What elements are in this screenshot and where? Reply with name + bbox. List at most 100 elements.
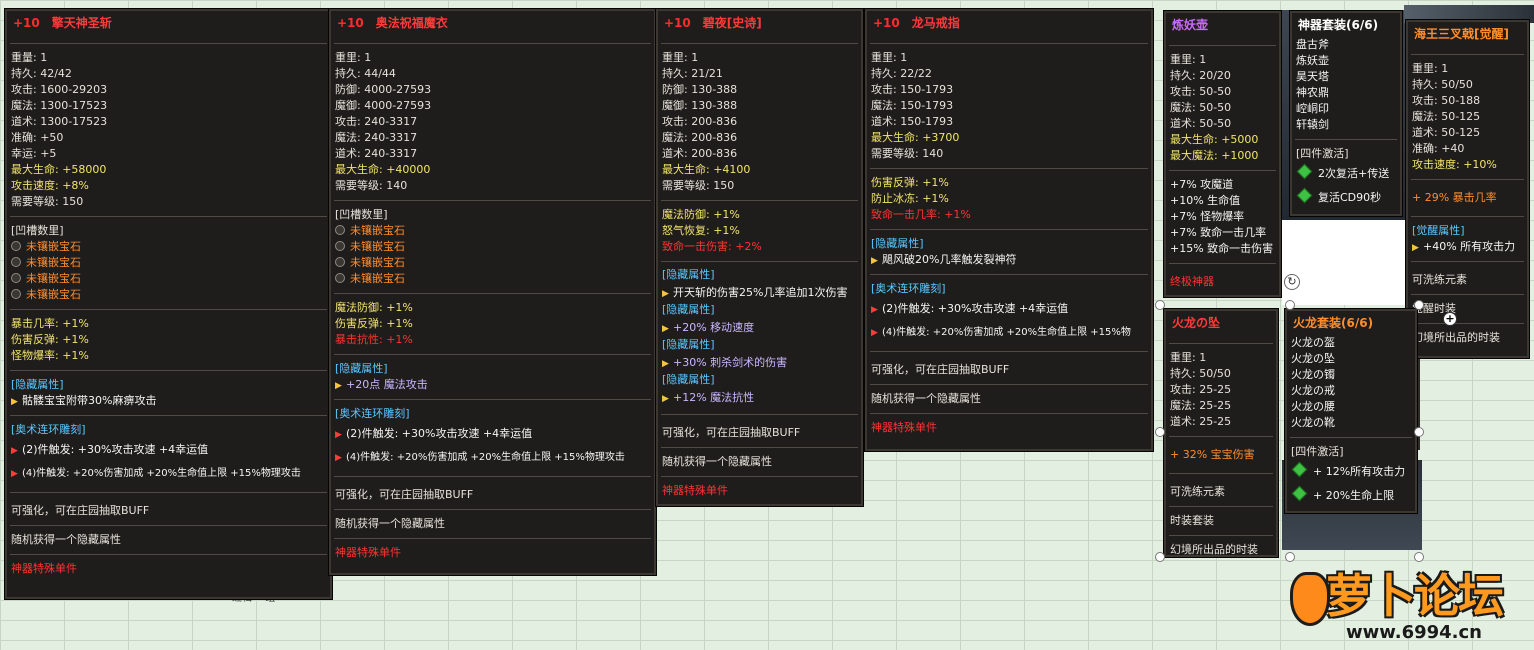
set-section: [奥术连环雕刻] ▶ (2)件触发: +30%攻击攻速 +4幸运值 ▶ (4)件触发…	[5, 420, 332, 488]
socket-slot: 未镶嵌宝石	[11, 239, 326, 255]
bonus-line-red: 暴击抗性: +1%	[335, 333, 413, 346]
footer-line: 随机获得一个隐藏属性	[11, 533, 121, 546]
rotate-handle-icon[interactable]: ↻	[1284, 274, 1300, 290]
set-item-line: 火龙の镯	[1291, 368, 1335, 381]
resize-handle[interactable]	[1155, 300, 1165, 310]
arrow-icon: ▶	[662, 289, 669, 299]
stat-line: 道术: 1300-17523	[11, 115, 108, 128]
bonus-line: 魔法防御: +1%	[335, 301, 413, 314]
resize-handle[interactable]	[1155, 427, 1165, 437]
set-line: ▶ (4)件触发: +20%伤害加成 +20%生命值上限 +15%物理攻击	[11, 462, 326, 486]
stat-line: 重里: 1	[1412, 62, 1449, 75]
divider	[661, 414, 858, 415]
bonus-line: 怪物爆率: +1%	[11, 349, 89, 362]
item-title: +10 擎天神圣斩	[5, 9, 332, 39]
socket-icon	[335, 225, 345, 235]
arrow-icon: ▶	[335, 430, 342, 440]
footer-line: 神器特殊单件	[662, 484, 728, 497]
stat-line: 重里: 1	[335, 51, 372, 64]
required-level: 需要等级: 140	[335, 179, 408, 192]
footer-line: 神器特殊单件	[871, 421, 937, 434]
hidden-attr-header: [隐藏属性]	[11, 378, 64, 391]
footer-line: 神器特殊单件	[335, 546, 401, 559]
item-name: 炼妖壶	[1172, 18, 1209, 32]
stat-line: 攻击: 50-188	[1412, 94, 1481, 107]
stat-line-bonus: 最大生命: +4100	[662, 163, 751, 176]
stat-line-bonus: 最大生命: +5000	[1170, 133, 1259, 146]
divider	[1169, 45, 1276, 46]
base-stats: 重里: 1 持久: 20/20 攻击: 50-50 魔法: 50-50 道术: …	[1164, 50, 1281, 166]
hidden-attr-header: [隐藏属性]	[335, 362, 388, 375]
stat-line: 道术: 150-1793	[871, 115, 954, 128]
resize-handle[interactable]	[1155, 552, 1165, 562]
footer-section: 可强化，可在庄园抽取BUFF 随机获得一个隐藏属性 神器特殊单件	[656, 419, 863, 505]
stat-line: 持久: 22/22	[871, 67, 932, 80]
stat-line-bonus: 攻击速度: +8%	[11, 179, 89, 192]
item-tooltip-aofa: +10 奥法祝福魔衣 重里: 1 持久: 44/44 防御: 4000-27593…	[328, 8, 657, 576]
stat-line: 道术: 25-25	[1170, 415, 1232, 428]
socket-section: [凹槽数里] 未镶嵌宝石 未镶嵌宝石 未镶嵌宝石 未镶嵌宝石	[329, 205, 656, 289]
watermark-url: www.6994.cn	[1346, 622, 1482, 643]
divider	[10, 492, 327, 493]
divider	[1169, 343, 1273, 344]
green-gem-icon	[1296, 187, 1313, 204]
socket-slot: 未镶嵌宝石	[335, 271, 650, 287]
set-item-line: 火龙の靴	[1291, 416, 1335, 429]
divider	[870, 43, 1148, 44]
divider	[10, 370, 327, 371]
socket-icon	[335, 257, 345, 267]
arrow-icon: ▶	[11, 446, 18, 456]
stat-line: 魔法: 50-125	[1412, 110, 1481, 123]
hidden-attr-section: [隐藏属性] ▶ 飓风破20%几率触发裂神符	[865, 234, 1153, 270]
hidden-attr-header: [隐藏属性]	[662, 373, 715, 386]
footer-section: 终极神器	[1164, 268, 1281, 296]
set-items: 盘古斧 炼妖壶 昊天塔 神农鼎 崆峒印 轩辕剑	[1290, 35, 1402, 135]
stat-line: 准确: +40	[1412, 142, 1465, 155]
resize-handle[interactable]	[1414, 300, 1424, 310]
socket-slot: 未镶嵌宝石	[11, 271, 326, 287]
item-name: 擎天神圣斩	[51, 16, 112, 30]
base-stats: 重里: 1 持久: 50/50 攻击: 25-25 魔法: 25-25 道术: …	[1164, 348, 1278, 432]
set-item-line: 火龙の腰	[1291, 400, 1335, 413]
item-name: 海王三叉戟[觉醒]	[1414, 27, 1509, 41]
set-item-line: 崆峒印	[1296, 102, 1329, 115]
item-name: 火龙の坠	[1172, 316, 1221, 330]
socket-icon	[11, 289, 21, 299]
divider	[661, 43, 858, 44]
footer-line: 幻境所出品的时装	[1170, 543, 1258, 556]
bonus-line: 防止冰冻: +1%	[871, 192, 949, 205]
activation-section: [四件激活] 2次复活+传送 复活CD90秒	[1290, 144, 1402, 212]
activation-line: + 12%所有攻击力	[1291, 460, 1411, 484]
divider	[870, 168, 1148, 169]
extra-line: +15% 致命一击伤害	[1170, 242, 1274, 255]
arrow-icon: ▶	[1412, 243, 1419, 253]
stat-line: 幸运: +5	[11, 147, 57, 160]
stat-line: 持久: 44/44	[335, 67, 396, 80]
set-name: 神器套装(6/6)	[1298, 18, 1379, 32]
resize-handle[interactable]	[1414, 427, 1424, 437]
hidden-attr-line: ▶ +20% 移动速度	[662, 317, 857, 338]
socket-slot: 未镶嵌宝石	[335, 223, 650, 239]
divider	[10, 525, 327, 526]
footer-line: 终极神器	[1170, 275, 1214, 288]
set-line: ▶ (4)件触发: +20%伤害加成 +20%生命值上限 +15%物理攻击	[335, 446, 650, 470]
socket-section: [凹槽数里] 未镶嵌宝石 未镶嵌宝石 未镶嵌宝石 未镶嵌宝石	[5, 221, 332, 305]
stat-line-bonus: 最大生命: +40000	[335, 163, 431, 176]
resize-handle[interactable]	[1285, 300, 1295, 310]
green-gem-icon	[1296, 163, 1313, 180]
extra-line: + 29% 暴击几率	[1412, 191, 1497, 204]
footer-section: 可洗练元素 觉醒时装 幻境所出品的时装	[1406, 266, 1529, 352]
arrow-icon: ▶	[662, 324, 669, 334]
socket-icon	[11, 257, 21, 267]
stat-line: 道术: 50-125	[1412, 126, 1481, 139]
divider	[661, 476, 858, 477]
divider	[661, 261, 858, 262]
awaken-header: [觉醒属性]	[1412, 224, 1465, 237]
divider	[1169, 263, 1276, 264]
divider	[1411, 261, 1524, 262]
item-name: 龙马戒指	[911, 16, 960, 30]
bonus-stats: 魔法防御: +1% 怒气恢复: +1% 致命一击伤害: +2%	[656, 205, 863, 257]
enhance-level: +10	[13, 16, 40, 30]
divider	[334, 293, 651, 294]
divider	[1169, 535, 1273, 536]
